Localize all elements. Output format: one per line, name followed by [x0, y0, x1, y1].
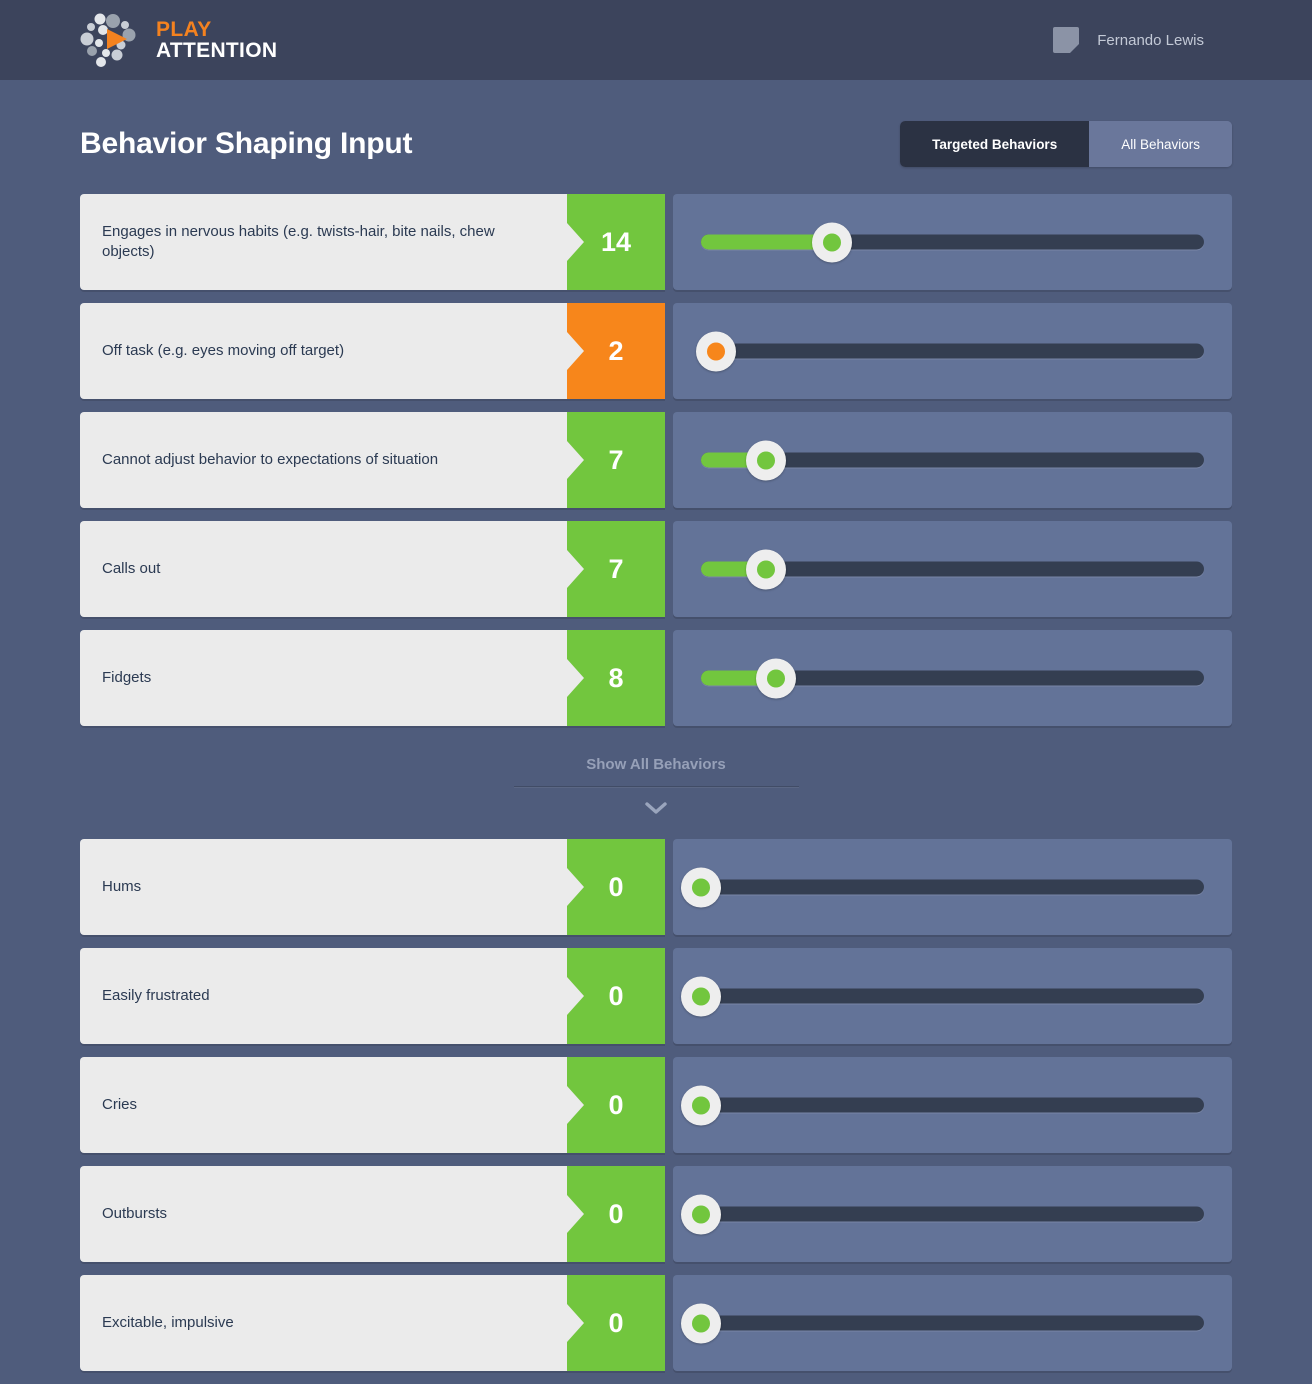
slider-track[interactable] [701, 549, 1204, 589]
slider-handle[interactable] [811, 222, 852, 262]
show-all-behaviors-control[interactable]: Show All Behaviors [80, 739, 1232, 839]
brand-line-play: PLAY [156, 17, 212, 41]
behavior-label: Easily frustrated [80, 948, 567, 1044]
behavior-row: Excitable, impulsive 0 [80, 1275, 1232, 1371]
note-avatar-icon [1053, 27, 1080, 53]
behavior-value-badge: 0 [567, 1275, 665, 1371]
slider-handle[interactable] [746, 440, 787, 480]
slider-handle[interactable] [681, 1085, 721, 1125]
chevron-down-icon[interactable] [642, 799, 670, 817]
slider-track[interactable] [701, 440, 1204, 480]
behavior-label: Cannot adjust behavior to expectations o… [80, 412, 567, 508]
slider-handle[interactable] [681, 1194, 721, 1234]
play-attention-dots-icon [80, 12, 142, 68]
behavior-value-badge: 8 [567, 630, 665, 726]
behavior-slider[interactable] [673, 521, 1232, 617]
slider-track[interactable] [681, 1303, 1204, 1343]
slider-track[interactable] [696, 331, 1204, 371]
tab-targeted-behaviors[interactable]: Targeted Behaviors [900, 121, 1090, 167]
slider-handle[interactable] [681, 867, 721, 907]
behavior-row: Cannot adjust behavior to expectations o… [80, 412, 1232, 508]
behavior-label: Off task (e.g. eyes moving off target) [80, 303, 567, 399]
brand-line-attention: ATTENTION [156, 39, 278, 62]
page-header: Behavior Shaping Input Targeted Behavior… [80, 80, 1232, 194]
behavior-value-badge: 0 [567, 839, 665, 935]
behavior-value-badge: 2 [567, 303, 665, 399]
behavior-slider[interactable] [673, 194, 1232, 290]
behavior-slider[interactable] [673, 412, 1232, 508]
behavior-value-badge: 14 [567, 194, 665, 290]
behavior-value-badge: 7 [567, 412, 665, 508]
app-header: PLAY ATTENTION Fernando Lewis [0, 0, 1312, 80]
behavior-slider[interactable] [673, 1275, 1232, 1371]
show-all-behaviors-label[interactable]: Show All Behaviors [586, 756, 725, 786]
slider-handle[interactable] [756, 658, 797, 698]
behavior-label: Engages in nervous habits (e.g. twists-h… [80, 194, 567, 290]
behavior-row: Hums 0 [80, 839, 1232, 935]
targeted-behaviors-list: Engages in nervous habits (e.g. twists-h… [80, 194, 1232, 726]
behavior-label: Calls out [80, 521, 567, 617]
slider-track[interactable] [701, 658, 1204, 698]
all-behaviors-list: Hums 0 Easily frustrated 0 Cries 0 Outbursts 0 E… [80, 839, 1232, 1371]
slider-handle[interactable] [681, 1303, 721, 1343]
behavior-row: Outbursts 0 [80, 1166, 1232, 1262]
tab-all-behaviors[interactable]: All Behaviors [1089, 121, 1232, 167]
slider-track[interactable] [681, 1194, 1204, 1234]
behavior-slider[interactable] [673, 839, 1232, 935]
behavior-value-badge: 0 [567, 948, 665, 1044]
slider-handle[interactable] [681, 976, 721, 1016]
behavior-slider[interactable] [673, 948, 1232, 1044]
behavior-value-badge: 0 [567, 1057, 665, 1153]
behavior-label: Hums [80, 839, 567, 935]
behavior-label: Excitable, impulsive [80, 1275, 567, 1371]
user-menu[interactable]: Fernando Lewis [1053, 27, 1204, 53]
user-name: Fernando Lewis [1097, 31, 1204, 49]
behavior-label: Cries [80, 1057, 567, 1153]
behavior-slider[interactable] [673, 630, 1232, 726]
behavior-value-badge: 0 [567, 1166, 665, 1262]
behavior-slider[interactable] [673, 1166, 1232, 1262]
slider-track[interactable] [681, 1085, 1204, 1125]
behavior-row: Engages in nervous habits (e.g. twists-h… [80, 194, 1232, 290]
slider-track[interactable] [681, 976, 1204, 1016]
brand-logo[interactable]: PLAY ATTENTION [80, 12, 277, 68]
brand-wordmark: PLAY ATTENTION [156, 17, 278, 62]
behavior-slider[interactable] [673, 1057, 1232, 1153]
behavior-slider[interactable] [673, 303, 1232, 399]
view-toggle[interactable]: Targeted Behaviors All Behaviors [900, 121, 1232, 167]
behavior-value-badge: 7 [567, 521, 665, 617]
slider-handle[interactable] [696, 331, 737, 371]
page-title: Behavior Shaping Input [80, 127, 413, 160]
page-content: Behavior Shaping Input Targeted Behavior… [0, 80, 1312, 1371]
behavior-label: Fidgets [80, 630, 567, 726]
behavior-row: Calls out 7 [80, 521, 1232, 617]
behavior-row: Cries 0 [80, 1057, 1232, 1153]
divider [513, 786, 799, 788]
behavior-row: Easily frustrated 0 [80, 948, 1232, 1044]
behavior-row: Off task (e.g. eyes moving off target) 2 [80, 303, 1232, 399]
slider-track[interactable] [701, 222, 1204, 262]
behavior-row: Fidgets 8 [80, 630, 1232, 726]
behavior-label: Outbursts [80, 1166, 567, 1262]
slider-handle[interactable] [746, 549, 787, 589]
slider-track[interactable] [681, 867, 1204, 907]
